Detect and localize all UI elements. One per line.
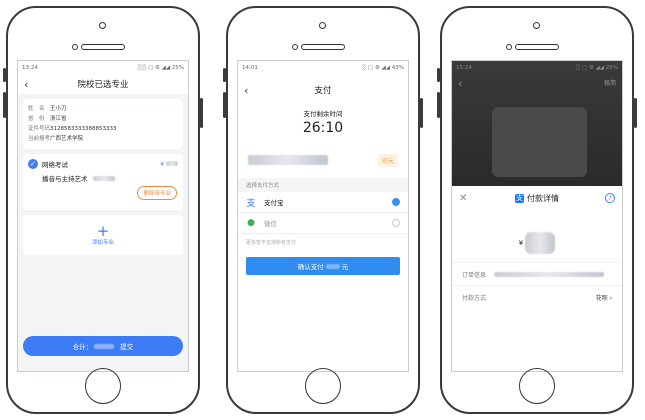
phone-frame-3: 15:24 ░ ▢ ⚙ ◢◢ 25% ‹ 极简 ✕ 支 付款详情 ? ¥ 订单信… [437,6,637,414]
speaker [81,44,125,50]
remaining-time: 26:10 [302,120,344,136]
total-label: 合计： [72,343,93,351]
exam-row: ✓ 网络考试 ¥ [28,159,178,169]
sensor [72,44,78,50]
add-major-button[interactable]: + 添加专业 [23,215,183,255]
status-time: 13:24 [22,64,38,71]
info-row-school: 当前报考 广西艺术学院 [28,136,84,142]
wechat-icon: ● [247,218,255,228]
camera [319,22,326,29]
info-row-name: 姓 名 王小刀 [28,106,67,112]
dimmed-background: 15:24 ░ ▢ ⚙ ◢◢ 25% ‹ 极简 [452,61,622,186]
status-time: 15:24 [456,64,472,71]
add-major-label: 添加专业 [91,239,114,246]
status-bar: 15:24 ░ ▢ ⚙ ◢◢ 25% [452,61,622,74]
amount-blur [248,155,328,165]
status-icons: ░ ▢ ⚙ ◢◢ 25% [575,64,618,71]
home-button[interactable] [85,368,121,404]
camera [533,22,540,29]
page-title: 支付 [314,86,332,96]
student-info-card: 姓 名 王小刀 省 份 浙江省 证件号码 3128583333388853333… [23,99,183,149]
confirm-pay-button[interactable]: 确认支付 元 [246,257,400,275]
status-bar: 13:24 ░░ ▢ ⚙ ◢◢ 25% [18,61,188,74]
major-card: ✓ 网络考试 ¥ 播音与主持艺术 删除该专业 [23,154,183,210]
home-button[interactable] [305,368,341,404]
home-button[interactable] [519,368,555,404]
radio-unselected-icon[interactable] [392,219,400,227]
phone-frame-2: 14:01 ░ ▢ ⚙ ◢◢ 43% ‹ 支付 支付剩余时间 26:10 元 选… [223,6,423,414]
sheet-header: ✕ 支 付款详情 ? [452,186,622,210]
alipay-logo-icon: 支 [515,193,524,203]
check-icon[interactable]: ✓ [28,159,38,169]
page-title: 院校已选专业 [77,80,129,90]
screen-payment: 14:01 ░ ▢ ⚙ ◢◢ 43% ‹ 支付 支付剩余时间 26:10 元 选… [237,60,409,372]
remove-major-button[interactable]: 删除该专业 [137,186,177,200]
camera [99,22,106,29]
help-icon[interactable]: ? [605,193,615,203]
speaker [515,44,559,50]
method-section-title: 选择支付方式 [238,178,408,192]
plus-icon: + [96,221,110,240]
status-icons: ░ ▢ ⚙ ◢◢ 43% [361,64,404,71]
back-icon: ‹ [458,77,463,90]
status-bar: 14:01 ░ ▢ ⚙ ◢◢ 43% [238,61,408,74]
remaining-label: 支付剩余时间 [303,110,343,118]
screen-selected-majors: 13:24 ░░ ▢ ⚙ ◢◢ 25% ‹ 院校已选专业 姓 名 王小刀 省 份… [17,60,189,372]
payment-note: 更多暂不支持所有支付 [246,240,297,246]
major-row: 播音与主持艺术 [42,173,178,183]
order-info-row[interactable]: 订单信息 [452,262,622,285]
sensor [292,44,298,50]
pay-method-row[interactable]: 付款方式 花呗 › [452,285,622,308]
back-icon[interactable]: ‹ [24,78,28,91]
submit-label: 提交 [120,343,134,351]
alipay-icon: 支 [246,198,256,209]
method-wechat[interactable]: ● 微信 [238,213,408,234]
background-card [492,107,587,177]
nav-bar: ‹ 支付 [238,80,408,100]
radio-selected-icon[interactable] [392,198,400,206]
exam-price: ¥ [160,160,178,168]
submit-button[interactable]: 合计： 提交 [23,336,183,356]
top-right-text: 极简 [603,80,616,87]
info-row-province: 省 份 浙江省 [28,116,67,122]
close-icon[interactable]: ✕ [459,193,467,204]
sensor [506,44,512,50]
payment-detail-sheet: ✕ 支 付款详情 ? ¥ 订单信息 付款方式 花呗 › [452,186,622,371]
payment-amount: ¥ [452,230,622,256]
nav-bar: ‹ 院校已选专业 [18,74,188,94]
method-alipay[interactable]: 支 支付宝 [238,192,408,213]
screen-payment-details: 15:24 ░ ▢ ⚙ ◢◢ 25% ‹ 极简 ✕ 支 付款详情 ? ¥ 订单信… [451,60,623,372]
amount-row: 元 [238,152,408,168]
exam-name: 网络考试 [42,161,68,169]
status-icons: ░░ ▢ ⚙ ◢◢ 25% [137,64,184,71]
amount-badge: 元 [377,153,398,167]
status-time: 14:01 [242,64,258,71]
phone-frame-1: 13:24 ░░ ▢ ⚙ ◢◢ 25% ‹ 院校已选专业 姓 名 王小刀 省 份… [3,6,203,414]
sheet-title: 付款详情 [527,193,559,203]
speaker [301,44,345,50]
info-row-id: 证件号码 3128583333388853333 [28,126,117,132]
back-icon[interactable]: ‹ [244,84,248,97]
major-name: 播音与主持艺术 [42,175,88,183]
